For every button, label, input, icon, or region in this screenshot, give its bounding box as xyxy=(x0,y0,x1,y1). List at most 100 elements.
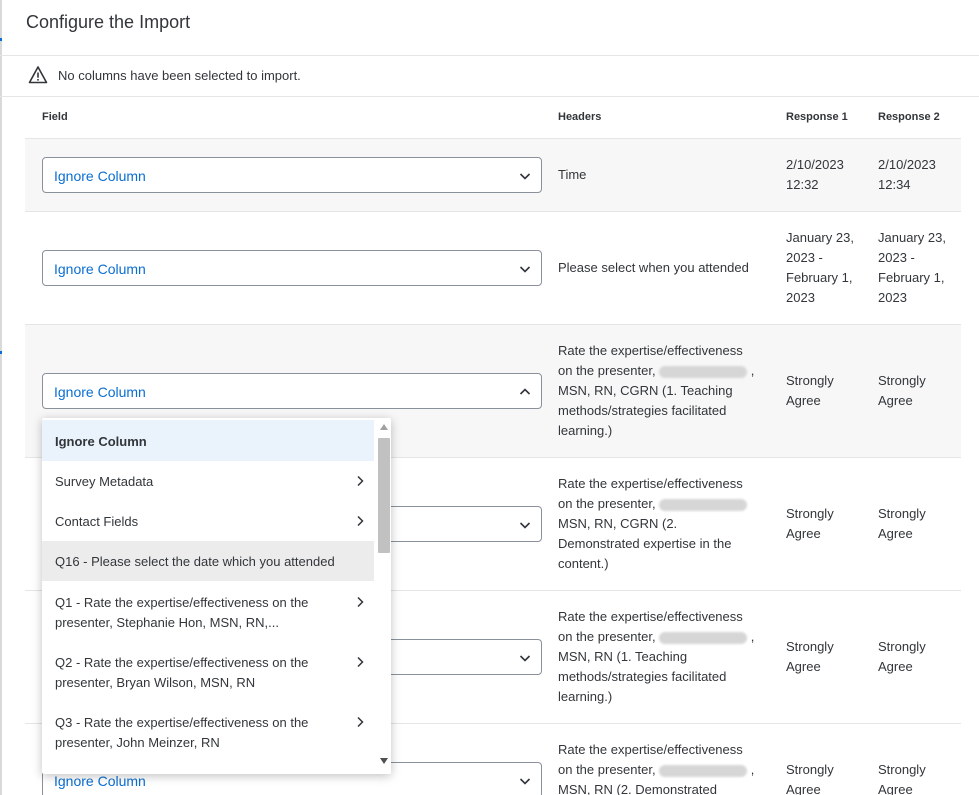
question-header-text: Rate the expertise/effectiveness on the p… xyxy=(558,474,770,574)
column-header-field: Field xyxy=(42,111,68,123)
response-text-line: Strongly xyxy=(786,639,834,654)
response-2-cell: Strongly Agree xyxy=(878,371,961,411)
dropdown-option[interactable]: Q16 - Please select the date which you a… xyxy=(42,541,374,581)
question-header-text: Rate the expertise/effectiveness on the p… xyxy=(558,341,770,441)
left-edge-divider xyxy=(0,0,2,795)
dropdown-option[interactable]: Ignore Column xyxy=(42,420,374,461)
response-text-line: Agree xyxy=(878,659,913,674)
column-header-response-2: Response 2 xyxy=(878,111,940,123)
response-2-cell: Strongly Agree xyxy=(878,504,961,544)
response-text-line: 2023 xyxy=(786,290,815,305)
dropdown-option-label-line: Survey Metadata xyxy=(55,474,154,489)
redacted-name-blur xyxy=(659,498,748,511)
dialog-header: Configure the Import xyxy=(0,0,979,56)
header-text-line: methods/strategies facilitated xyxy=(558,403,727,418)
response-text-line: 2/10/2023 xyxy=(878,157,936,172)
field-select-value: Ignore Column xyxy=(54,261,146,277)
dropdown-option-label-line: Ignore Column xyxy=(55,434,147,449)
scroll-down-arrow-icon[interactable] xyxy=(380,758,388,764)
header-text-line: MSN, RN, CGRN (1. Teaching xyxy=(558,383,733,398)
scroll-up-arrow-icon[interactable] xyxy=(380,424,388,430)
header-text-line: Please select when you attended xyxy=(558,260,749,275)
response-1-cell: Strongly Agree xyxy=(786,371,870,411)
dialog-title: Configure the Import xyxy=(26,12,191,32)
chevron-down-icon[interactable] xyxy=(519,263,531,275)
scrollbar-thumb[interactable] xyxy=(378,438,390,553)
chevron-down-icon[interactable] xyxy=(519,519,531,531)
left-edge-accent xyxy=(0,351,2,354)
header-text-line: Demonstrated expertise in the xyxy=(558,536,732,551)
table-row: Ignore Column Please select when you atte… xyxy=(25,212,961,325)
warning-message: No columns have been selected to import. xyxy=(58,68,301,83)
question-header-text: Rate the expertise/effectiveness on the p… xyxy=(558,607,770,707)
header-text-line: Rate the expertise/effectiveness xyxy=(558,476,743,491)
response-text-line: January 23, xyxy=(878,230,946,245)
response-2-cell: January 23, 2023 - February 1, 2023 xyxy=(878,228,961,308)
field-select[interactable]: Ignore Column xyxy=(42,157,542,193)
response-1-cell: Strongly Agree xyxy=(786,504,870,544)
redacted-name-blur xyxy=(659,764,748,777)
field-select-value: Ignore Column xyxy=(54,773,146,789)
dropdown-option-label-line: Q1 - Rate the expertise/effectiveness on… xyxy=(55,595,309,610)
response-text-line: Agree xyxy=(786,782,821,795)
header-text-line: MSN, RN (1. Teaching xyxy=(558,649,688,664)
question-header-text: Rate the expertise/effectiveness on the p… xyxy=(558,740,770,795)
chevron-down-icon[interactable] xyxy=(519,775,531,787)
header-text-line: on the presenter, xyxy=(558,494,770,514)
dropdown-option[interactable]: Q2 - Rate the expertise/effectiveness on… xyxy=(42,641,374,701)
table-row: Ignore Column Time 2/10/2023 12:32 2/10/2023… xyxy=(25,139,961,212)
response-1-cell: Strongly Agree xyxy=(786,637,870,677)
column-header-headers: Headers xyxy=(558,111,602,123)
submenu-chevron-right-icon xyxy=(357,656,364,668)
submenu-chevron-right-icon xyxy=(357,475,364,487)
response-1-cell: 2/10/2023 12:32 xyxy=(786,155,870,195)
response-1-cell: Strongly Agree xyxy=(786,760,870,795)
field-select[interactable]: Ignore Column xyxy=(42,373,542,409)
response-2-cell: Strongly Agree xyxy=(878,637,961,677)
dropdown-option-label-line: Contact Fields xyxy=(55,514,139,529)
response-text-line: 12:32 xyxy=(786,177,819,192)
column-header-response-1: Response 1 xyxy=(786,111,848,123)
response-text-line: 2023 - xyxy=(786,250,823,265)
header-text-line: Time xyxy=(558,167,587,182)
response-text-line: Agree xyxy=(786,526,821,541)
dropdown-option[interactable]: Contact Fields xyxy=(42,501,374,541)
question-header-text: Time xyxy=(558,165,770,185)
chevron-down-icon[interactable] xyxy=(519,652,531,664)
chevron-up-icon[interactable] xyxy=(519,386,531,398)
dropdown-option-label-line: Q2 - Rate the expertise/effectiveness on… xyxy=(55,655,309,670)
redacted-name-blur xyxy=(659,365,748,378)
field-select[interactable]: Ignore Column xyxy=(42,250,542,286)
header-text-line: MSN, RN, CGRN (2. xyxy=(558,516,678,531)
response-text-line: February 1, xyxy=(786,270,853,285)
field-select-value: Ignore Column xyxy=(54,384,146,400)
submenu-chevron-right-icon xyxy=(357,596,364,608)
submenu-chevron-right-icon xyxy=(357,515,364,527)
response-text-line: 2023 xyxy=(878,290,907,305)
header-text-line: on the presenter, , xyxy=(558,629,755,644)
response-text-line: Agree xyxy=(878,526,913,541)
header-text-line: on the presenter, , xyxy=(558,363,755,378)
chevron-down-icon[interactable] xyxy=(519,170,531,182)
response-text-line: Agree xyxy=(786,393,821,408)
dropdown-option-label: Q3 - Rate the expertise/effectiveness on… xyxy=(55,713,335,753)
header-text-line: learning.) xyxy=(558,423,613,438)
response-text-line: Strongly xyxy=(786,762,834,777)
header-text-line: Rate the expertise/effectiveness xyxy=(558,609,743,624)
configure-import-dialog: Configure the Import No columns have bee… xyxy=(0,0,979,795)
dropdown-option[interactable]: Q1 - Rate the expertise/effectiveness on… xyxy=(42,581,374,641)
response-text-line: Agree xyxy=(786,659,821,674)
dropdown-option[interactable]: Q3 - Rate the expertise/effectiveness on… xyxy=(42,701,374,761)
response-text-line: Strongly xyxy=(878,373,926,388)
response-text-line: Agree xyxy=(878,782,913,795)
header-text-line: Rate the expertise/effectiveness xyxy=(558,742,743,757)
question-header-text: Please select when you attended xyxy=(558,258,770,278)
response-text-line: Strongly xyxy=(786,373,834,388)
header-text-line: learning.) xyxy=(558,689,613,704)
field-select-dropdown-menu[interactable]: Q3 - Rate the expertise/effectiveness on… xyxy=(42,418,391,774)
response-text-line: Strongly xyxy=(878,506,926,521)
dropdown-option-label-line: Q16 - Please select the date which you a… xyxy=(55,554,335,569)
response-text-line: 12:34 xyxy=(878,177,911,192)
dropdown-option[interactable]: Survey Metadata xyxy=(42,461,374,501)
dropdown-option-label: Survey Metadata xyxy=(55,472,335,492)
